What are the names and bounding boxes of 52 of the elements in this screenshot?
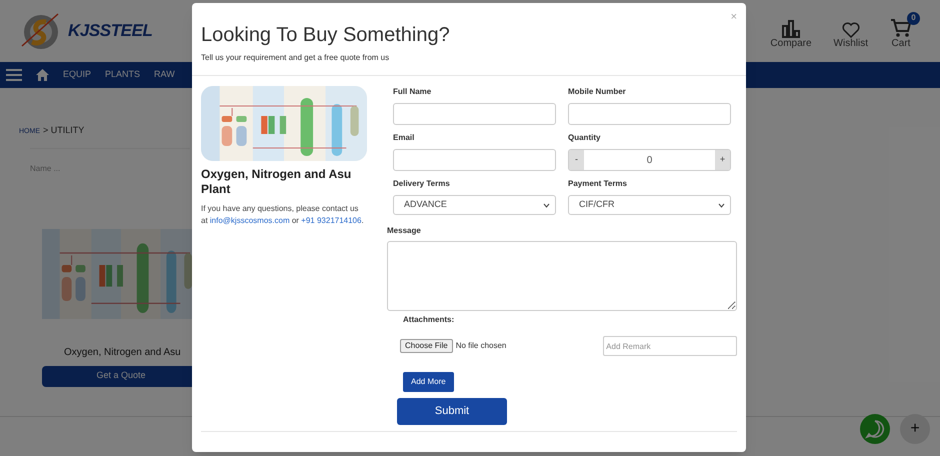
chat-bubble-icon[interactable] [860, 414, 890, 444]
action-label: Compare [770, 38, 812, 50]
quantity-field[interactable]: 0 [584, 150, 715, 170]
compare-link[interactable]: Compare [770, 20, 812, 50]
bar-chart-icon [780, 20, 801, 38]
input-field[interactable] [393, 103, 556, 125]
remark-field[interactable]: Add Remark [603, 336, 737, 356]
submit-button[interactable]: Submit [397, 398, 507, 425]
message-field[interactable] [387, 241, 737, 311]
contact-text: If you have any questions, please contact us at info@kjsscosmos.com or +91 9321714106. [201, 203, 365, 227]
home-icon[interactable] [36, 69, 49, 81]
nav-link[interactable]: PLANTS [105, 68, 140, 82]
nav-link[interactable]: EQUIP [63, 68, 92, 82]
choose-file-button[interactable]: Choose File [400, 339, 453, 353]
select-field[interactable]: CIF/CFR [568, 195, 731, 215]
field-label: Mobile Number [568, 86, 627, 98]
field-label: Email [393, 132, 416, 144]
field-label: Attachments: [403, 314, 456, 326]
action-label: Wishlist [834, 38, 868, 50]
phone-link[interactable]: +91 9321714106 [301, 216, 362, 225]
chevron-down-icon [543, 202, 550, 208]
menu-icon[interactable] [6, 68, 22, 82]
cart-icon [890, 18, 912, 38]
chevron-down-icon [718, 202, 725, 208]
input-field[interactable] [568, 103, 731, 125]
breadcrumb-current: > UTILITY [43, 124, 84, 137]
quantity-stepper[interactable]: - 0 + [568, 149, 731, 171]
field-label: Message [387, 225, 422, 237]
add-more-button[interactable]: Add More [403, 372, 454, 392]
dialog-title: Looking To Buy Something? [201, 23, 451, 48]
wishlist-link[interactable]: Wishlist [834, 22, 868, 50]
action-label: Cart [892, 38, 910, 50]
input-field[interactable] [393, 149, 556, 171]
nav-link[interactable]: RAW [154, 68, 175, 82]
logo[interactable]: KJSSTEEL [18, 8, 152, 54]
cart-link[interactable]: Cart 0 [890, 12, 920, 50]
product-title: Oxygen, Nitrogen and Asu Plant [201, 167, 352, 197]
field-label: Full Name [393, 86, 432, 98]
increment-button[interactable]: + [715, 150, 730, 170]
select-field[interactable]: ADVANCE [393, 195, 556, 215]
field-label: Delivery Terms [393, 178, 451, 190]
logo-text: KJSSTEEL [68, 20, 152, 42]
email-link[interactable]: info@kjsscosmos.com [210, 216, 290, 225]
decrement-button[interactable]: - [569, 150, 584, 170]
field-label: Quantity [568, 132, 602, 144]
field-label: Payment Terms [568, 178, 628, 190]
add-button[interactable]: + [900, 414, 930, 444]
heart-icon [842, 22, 860, 38]
dialog-subtitle: Tell us your requirement and get a free quote from us [201, 52, 390, 64]
file-status: No file chosen [456, 340, 508, 352]
product-title: Oxygen, Nitrogen and Asu [63, 346, 182, 360]
cart-count-badge: 0 [907, 12, 920, 25]
